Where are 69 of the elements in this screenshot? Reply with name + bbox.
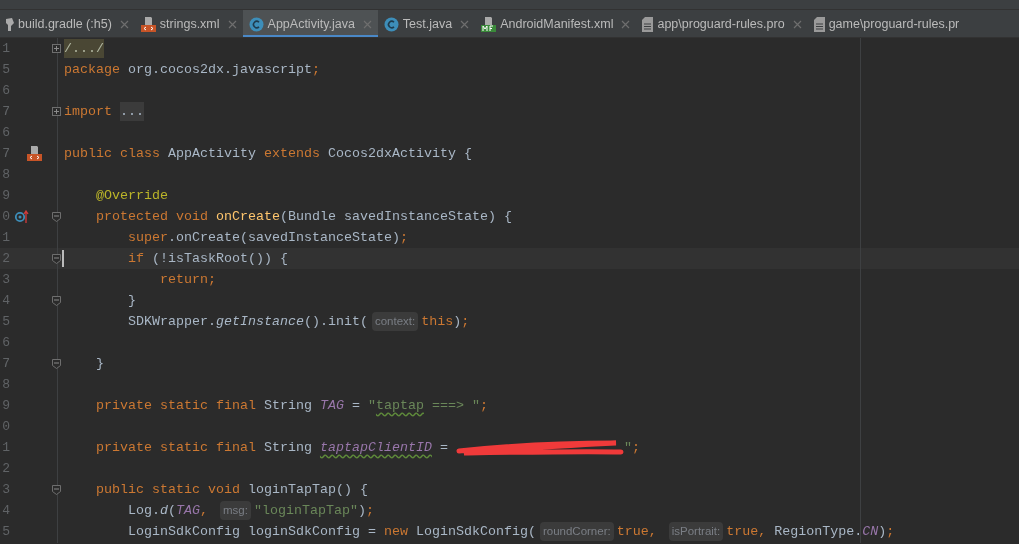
file-icon bbox=[642, 16, 654, 32]
line-number: 0 bbox=[2, 208, 10, 224]
file-tab[interactable]: strings.xml bbox=[134, 10, 243, 37]
expand-icon[interactable] bbox=[52, 107, 61, 116]
line-number: 2 bbox=[2, 460, 10, 476]
collapse-icon[interactable] bbox=[52, 485, 61, 495]
code-line: } bbox=[127, 291, 136, 310]
line-number: 3 bbox=[2, 271, 10, 287]
close-icon[interactable] bbox=[792, 19, 802, 29]
line-number: 7 bbox=[2, 145, 10, 161]
collapse-icon[interactable] bbox=[52, 296, 61, 306]
file-tab[interactable]: game\proguard-rules.pr bbox=[807, 10, 966, 37]
line-number: 1 bbox=[2, 229, 10, 245]
class-icon bbox=[383, 16, 399, 32]
expand-icon[interactable] bbox=[52, 44, 61, 53]
close-icon[interactable] bbox=[362, 19, 372, 29]
file-tab[interactable]: AndroidManifest.xml bbox=[475, 10, 637, 37]
elephant-icon bbox=[6, 17, 14, 31]
file-tab[interactable]: build.gradle (:h5) bbox=[0, 10, 135, 37]
collapse-icon[interactable] bbox=[52, 359, 61, 369]
file-tab[interactable]: AppActivity.java bbox=[242, 10, 378, 37]
line-number: 5 bbox=[2, 523, 10, 539]
file-tab[interactable]: app\proguard-rules.pro bbox=[636, 10, 808, 37]
close-icon[interactable] bbox=[621, 19, 631, 29]
collapse-icon[interactable] bbox=[52, 212, 61, 222]
code-line: package org.cocos2dx.javascript; bbox=[64, 60, 320, 79]
override-icon[interactable] bbox=[15, 210, 29, 223]
code-line: super.onCreate(savedInstanceState); bbox=[127, 228, 408, 247]
manifest-file-icon bbox=[481, 16, 497, 32]
line-number: 4 bbox=[2, 502, 10, 518]
code-line: } bbox=[95, 354, 104, 373]
code-line: private static final String TAG = "taptap ===> "; bbox=[95, 396, 488, 415]
line-number: 9 bbox=[2, 397, 10, 413]
line-number: 6 bbox=[2, 334, 10, 350]
line-number: 1 bbox=[2, 439, 10, 455]
line-number: 6 bbox=[2, 124, 10, 140]
line-number: 7 bbox=[2, 103, 10, 119]
close-icon[interactable] bbox=[119, 19, 129, 29]
code-line: @Override bbox=[95, 186, 168, 205]
code-line: public class AppActivity extends Cocos2dxActivity { bbox=[64, 144, 472, 163]
xml-file-icon bbox=[140, 16, 156, 32]
code-line: Log.d(TAG, msg: "loginTapTap"); bbox=[64, 500, 374, 521]
file-tab[interactable]: Test.java bbox=[377, 10, 476, 37]
text-caret bbox=[62, 250, 64, 267]
line-number: 3 bbox=[2, 481, 10, 497]
line-number: 9 bbox=[2, 187, 10, 203]
collapse-icon[interactable] bbox=[52, 254, 61, 264]
line-number: 8 bbox=[2, 376, 10, 392]
code-line: protected void onCreate(Bundle savedInstanceState) { bbox=[95, 207, 512, 226]
line-number: 6 bbox=[2, 82, 10, 98]
class-icon bbox=[248, 16, 264, 32]
code-line: return; bbox=[158, 270, 216, 289]
line-number: 5 bbox=[2, 61, 10, 77]
file-icon bbox=[813, 16, 825, 32]
line-number: 1 bbox=[2, 40, 10, 56]
close-icon[interactable] bbox=[460, 19, 470, 29]
code-line: if (!isTaskRoot()) { bbox=[127, 249, 288, 268]
line-number: 5 bbox=[2, 313, 10, 329]
xml-file-icon[interactable] bbox=[27, 146, 42, 161]
code-line: SDKWrapper.getInstance().init( context: this); bbox=[64, 311, 470, 332]
code-line: LoginSdkConfig loginSdkConfig = new LoginSdkConfig( roundCorner: true, isPortrait: true, RegionType.CN); bbox=[64, 521, 895, 542]
code-line: private static final String taptapClientID = "; bbox=[95, 437, 640, 458]
close-icon[interactable] bbox=[227, 19, 237, 29]
line-number: 8 bbox=[2, 166, 10, 182]
line-number: 0 bbox=[2, 418, 10, 434]
line-number: 4 bbox=[2, 292, 10, 308]
code-line: public static void loginTapTap() { bbox=[95, 480, 368, 499]
code-line: import ... bbox=[64, 101, 144, 122]
line-number: 7 bbox=[2, 355, 10, 371]
